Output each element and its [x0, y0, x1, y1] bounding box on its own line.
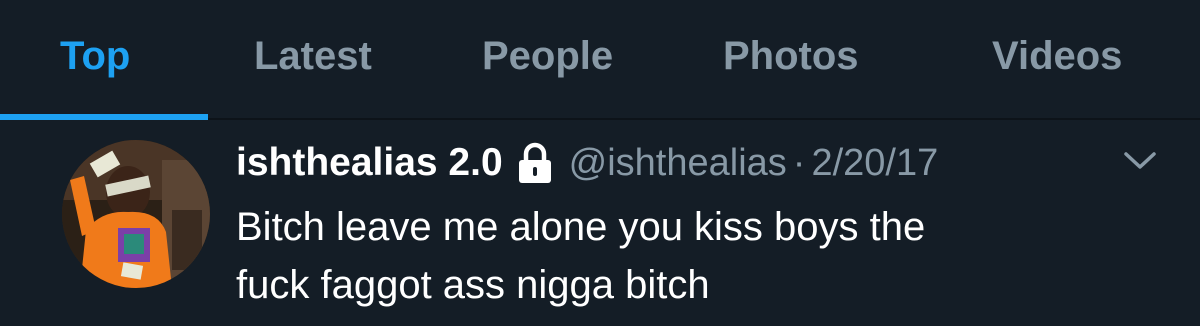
tweet[interactable]: ishthealias 2.0 @ishthealias · 2/20/17 B… — [0, 120, 1200, 326]
tweet-text: Bitch leave me alone you kiss boys the f… — [236, 198, 1136, 314]
avatar[interactable] — [62, 140, 210, 288]
tweet-text-line-1: Bitch leave me alone you kiss boys the — [236, 205, 926, 249]
display-name[interactable]: ishthealias 2.0 — [236, 141, 503, 185]
tab-latest[interactable]: Latest — [254, 30, 372, 82]
tab-people[interactable]: People — [482, 30, 613, 82]
search-results-screen: Top Latest People Photos Videos ishtheal… — [0, 0, 1200, 326]
tab-photos[interactable]: Photos — [723, 30, 859, 82]
lock-icon — [515, 141, 555, 185]
tab-videos[interactable]: Videos — [992, 30, 1122, 82]
handle[interactable]: @ishthealias — [569, 142, 787, 185]
tweet-text-line-2: fuck faggot ass nigga bitch — [236, 263, 710, 307]
timestamp[interactable]: 2/20/17 — [811, 142, 938, 185]
separator-dot: · — [792, 141, 806, 184]
chevron-down-icon[interactable] — [1122, 146, 1158, 174]
tab-top[interactable]: Top — [60, 30, 130, 82]
search-tabs: Top Latest People Photos Videos — [0, 0, 1200, 120]
avatar-image — [62, 140, 210, 288]
tweet-header: ishthealias 2.0 @ishthealias · 2/20/17 — [236, 138, 938, 188]
